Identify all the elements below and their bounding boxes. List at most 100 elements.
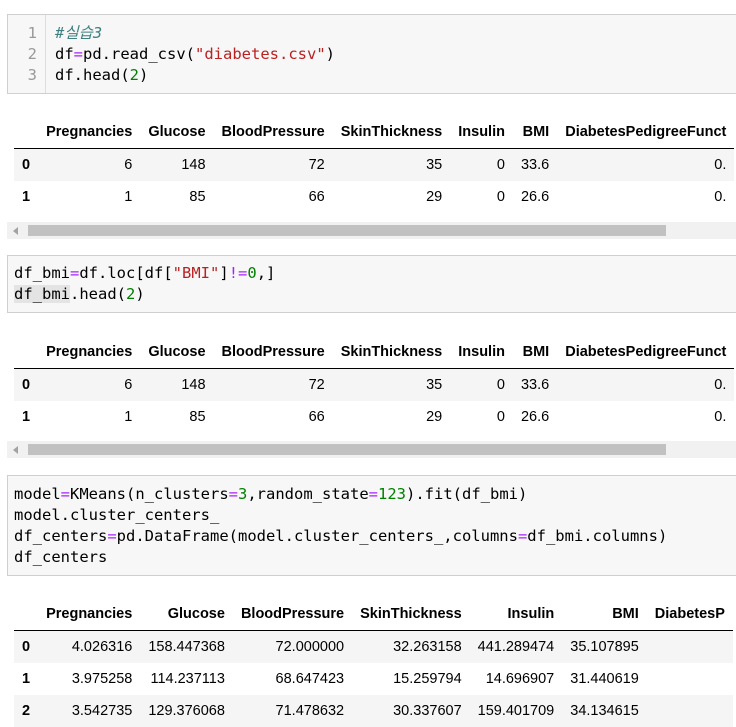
dataframe-table: Pregnancies Glucose BloodPressure SkinThick… bbox=[14, 598, 733, 727]
table-cell: 31.440619 bbox=[570, 671, 639, 687]
code-token: 3 bbox=[238, 485, 248, 503]
code-editor[interactable]: df_bmi=df.loc[df["BMI"]!=0,] df_bmi.head(… bbox=[14, 263, 275, 305]
table-cell: 158.447368 bbox=[148, 639, 225, 655]
scroll-left-icon[interactable] bbox=[7, 222, 24, 239]
row-index: 2 bbox=[22, 703, 31, 719]
table-cell bbox=[647, 695, 733, 727]
table-cell: 30.337607 bbox=[393, 703, 462, 719]
table-cell: 35.107895 bbox=[570, 639, 639, 655]
column-header: BloodPressure bbox=[213, 116, 333, 149]
dataframe-table: Pregnancies Glucose BloodPressure SkinThick… bbox=[14, 116, 735, 213]
dataframe-output-3: Pregnancies Glucose BloodPressure SkinThick… bbox=[14, 598, 736, 727]
table-cell: 72.000000 bbox=[275, 639, 345, 655]
column-header: DiabetesPedigreeFunct bbox=[557, 336, 735, 369]
column-header: Insulin bbox=[450, 116, 513, 149]
code-token: 2 bbox=[126, 285, 136, 303]
code-token: df_bmi bbox=[14, 285, 70, 303]
column-header: Glucose bbox=[140, 336, 214, 369]
code-line: #실습3 bbox=[55, 23, 335, 44]
code-token: ) bbox=[135, 285, 145, 303]
table-cell: 4.026316 bbox=[71, 639, 133, 655]
column-header: DiabetesP bbox=[646, 598, 733, 631]
line-number: 3 bbox=[27, 66, 37, 84]
table-cell: 68.647423 bbox=[275, 671, 345, 687]
table-cell: 159.401709 bbox=[477, 703, 555, 719]
scrollbar-thumb[interactable] bbox=[28, 444, 666, 455]
table-cell: 32.263158 bbox=[393, 639, 462, 655]
code-token: ] bbox=[219, 264, 229, 282]
code-line: df_bmi=df.loc[df["BMI"]!=0,] bbox=[14, 263, 275, 284]
column-header: Pregnancies bbox=[38, 336, 141, 369]
dataframe-output-1: Pregnancies Glucose BloodPressure SkinThick… bbox=[14, 116, 736, 213]
dataframe-table: Pregnancies Glucose BloodPressure SkinThick… bbox=[14, 336, 735, 433]
table-cell: 72 bbox=[308, 157, 325, 173]
column-header: Pregnancies bbox=[38, 598, 141, 631]
code-token: "diabetes.csv" bbox=[195, 45, 326, 63]
column-header: DiabetesPedigreeFunct bbox=[557, 116, 735, 149]
table-row: 0 6 148 72 35 0 33.6 0. bbox=[14, 148, 735, 181]
column-header: Insulin bbox=[469, 598, 563, 631]
code-token: = bbox=[70, 264, 80, 282]
code-token: KMeans(n_clusters bbox=[70, 485, 229, 503]
line-number-gutter: 1 2 3 bbox=[8, 15, 46, 93]
column-header: SkinThickness bbox=[332, 116, 451, 149]
code-token: df_centers bbox=[14, 527, 108, 545]
table-cell: 0 bbox=[496, 377, 505, 393]
code-token: 2 bbox=[129, 66, 139, 84]
table-row: 2 3.542735 129.376068 71.478632 30.337607 159… bbox=[14, 695, 733, 727]
table-cell: 85 bbox=[189, 409, 206, 425]
table-row: 0 4.026316 158.447368 72.000000 32.263158 441… bbox=[14, 630, 733, 663]
code-token: ) bbox=[325, 45, 335, 63]
table-cell: 15.259794 bbox=[393, 671, 462, 687]
code-token: 0 bbox=[247, 264, 257, 282]
horizontal-scrollbar-1[interactable] bbox=[7, 222, 736, 239]
column-header: BMI bbox=[562, 598, 647, 631]
code-cell-2[interactable]: df_bmi=df.loc[df["BMI"]!=0,] df_bmi.head(… bbox=[7, 255, 736, 313]
row-index: 1 bbox=[22, 671, 31, 687]
column-header: BMI bbox=[512, 336, 558, 369]
code-token: "BMI" bbox=[172, 264, 220, 282]
scroll-left-icon[interactable] bbox=[7, 441, 24, 458]
table-cell: 72 bbox=[308, 377, 325, 393]
table-cell: 0. bbox=[714, 377, 727, 393]
table-row: 1 1 85 66 29 0 26.6 0. bbox=[14, 401, 734, 433]
table-cell: 1 bbox=[124, 409, 133, 425]
code-token: pd.read_csv( bbox=[83, 45, 195, 63]
code-token: ).fit(df_bmi) bbox=[406, 485, 528, 503]
code-editor[interactable]: model=KMeans(n_clusters=3,random_state=1… bbox=[14, 484, 667, 568]
table-cell: 6 bbox=[124, 377, 133, 393]
table-cell: 33.6 bbox=[520, 377, 550, 393]
table-cell: 35 bbox=[426, 377, 443, 393]
code-token: = bbox=[517, 527, 528, 545]
code-cell-1[interactable]: 123 #실습3 df=pd.read_csv("diabetes.csv") df… bbox=[7, 14, 736, 94]
table-row: 1 1 85 66 29 0 26.6 0. bbox=[14, 181, 734, 213]
table-cell: 0. bbox=[714, 189, 727, 205]
table-cell: 66 bbox=[308, 409, 325, 425]
code-cell-3[interactable]: model=KMeans(n_clusters=3,random_state=1… bbox=[7, 475, 736, 576]
column-header: Pregnancies bbox=[38, 116, 141, 149]
code-token: 123 bbox=[378, 485, 407, 503]
column-header: BloodPressure bbox=[232, 598, 353, 631]
code-token: df.head( bbox=[55, 66, 130, 84]
horizontal-scrollbar-2[interactable] bbox=[7, 441, 736, 458]
table-cell: 3.542735 bbox=[71, 703, 133, 719]
column-header: BMI bbox=[512, 116, 558, 149]
table-cell: 29 bbox=[426, 189, 443, 205]
code-token: df.loc[df[ bbox=[79, 264, 173, 282]
code-editor[interactable]: #실습3 df=pd.read_csv("diabetes.csv") df.hea… bbox=[55, 23, 335, 86]
code-token: ,random_state bbox=[247, 485, 369, 503]
scrollbar-thumb[interactable] bbox=[28, 225, 666, 236]
code-line: model.cluster_centers_ bbox=[14, 505, 667, 526]
code-line: df=pd.read_csv("diabetes.csv") bbox=[55, 44, 335, 65]
table-cell bbox=[647, 663, 733, 695]
code-token: df_centers bbox=[14, 548, 108, 566]
row-index: 0 bbox=[22, 157, 31, 173]
table-cell: 0 bbox=[496, 409, 505, 425]
code-line: df_centers bbox=[14, 547, 667, 568]
column-header: Glucose bbox=[140, 598, 233, 631]
table-cell: 6 bbox=[124, 157, 133, 173]
column-header: Glucose bbox=[140, 116, 214, 149]
table-cell: 129.376068 bbox=[148, 703, 225, 719]
row-index: 0 bbox=[22, 377, 31, 393]
code-token: = bbox=[107, 527, 117, 545]
